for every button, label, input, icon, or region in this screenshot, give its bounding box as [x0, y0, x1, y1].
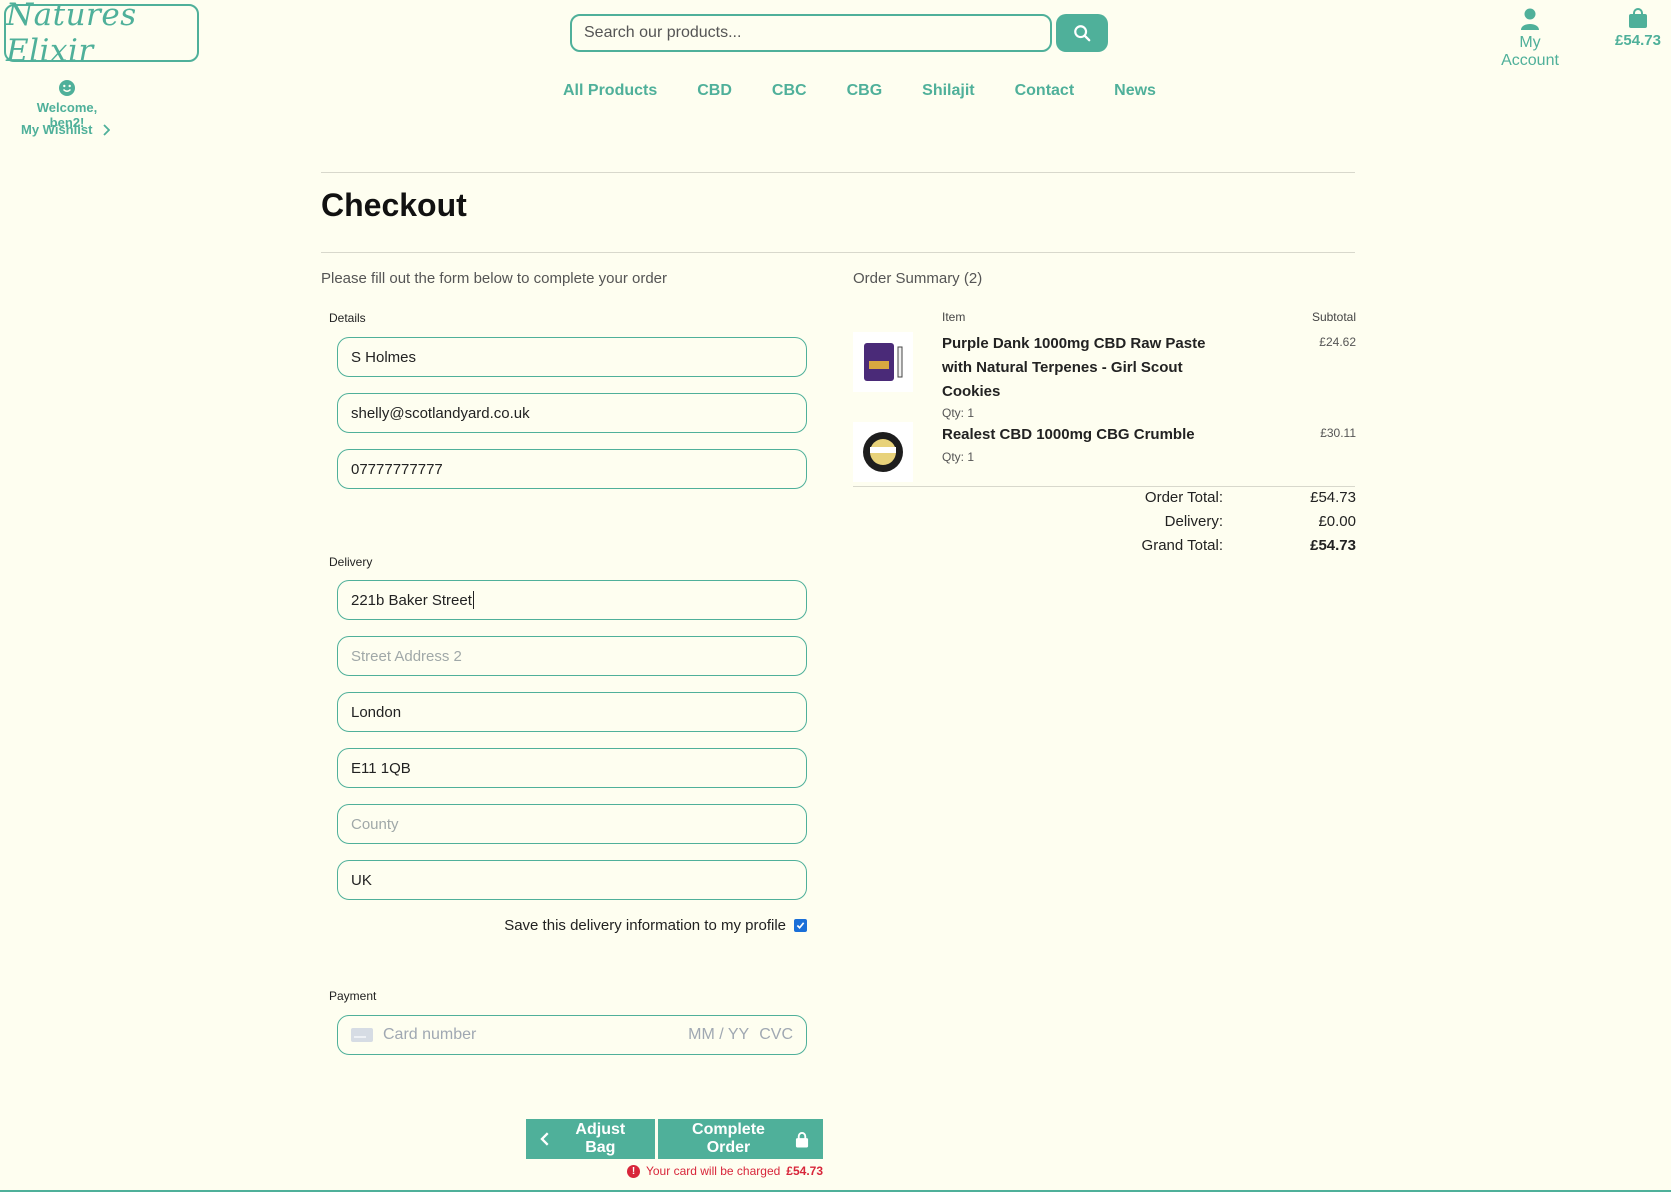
nav-item-news[interactable]: News [1114, 82, 1156, 100]
product-image-realest-cbd[interactable] [853, 422, 913, 482]
item-column-header: Item [942, 310, 966, 324]
summary-divider [853, 486, 1355, 487]
nav-item-contact[interactable]: Contact [1015, 82, 1075, 100]
cart-item-name: Purple Dank 1000mg CBD Raw Paste with Na… [942, 335, 1206, 400]
delivery-value: £0.00 [1318, 513, 1356, 530]
page-title: Checkout [321, 187, 467, 223]
street-address-1-value: 221b Baker Street [351, 591, 472, 609]
delivery-section-label: Delivery [329, 555, 373, 569]
charge-text: Your card will be charged [645, 1164, 781, 1178]
full-name-value: S Holmes [351, 348, 417, 366]
country-value: UK [351, 871, 372, 889]
save-info-checkbox[interactable] [794, 919, 807, 932]
delivery-label: Delivery: [1164, 513, 1223, 530]
details-section-label: Details [329, 311, 366, 325]
nav-item-cbd[interactable]: CBD [697, 82, 732, 100]
order-summary-title: Order Summary (2) [853, 270, 983, 287]
subtotal-column-header: Subtotal [1311, 310, 1356, 324]
street-address-2-placeholder: Street Address 2 [351, 647, 462, 665]
adjust-bag-button[interactable]: Adjust Bag [526, 1119, 655, 1159]
email-value: shelly@scotlandyard.co.uk [351, 404, 530, 422]
complete-order-label: Complete Order [692, 1121, 765, 1156]
card-number-placeholder[interactable]: Card number [383, 1026, 476, 1044]
cart-item-qty: Qty: 1 [942, 450, 975, 464]
nav-item-shilajit[interactable]: Shilajit [922, 82, 974, 100]
nav-item-cbc[interactable]: CBC [772, 82, 807, 100]
nav-item-cbg[interactable]: CBG [847, 82, 883, 100]
credit-card-icon [351, 1028, 373, 1042]
save-info-row: Save this delivery information to my pro… [504, 917, 807, 934]
order-total-label: Order Total: [1144, 489, 1223, 506]
town-field[interactable]: London [337, 692, 807, 732]
county-placeholder: County [351, 815, 399, 833]
phone-field[interactable]: 07777777777 [337, 449, 807, 489]
cart-item-qty: Qty: 1 [942, 406, 975, 420]
charge-amount: £54.73 [786, 1164, 823, 1178]
shopping-bag-icon [1629, 8, 1647, 28]
cart-item-price: £24.62 [1319, 335, 1356, 349]
postcode-value: E11 1QB [351, 759, 411, 777]
smile-icon [59, 80, 75, 96]
checkout-intro: Please fill out the form below to comple… [321, 270, 668, 287]
product-thumbnail [864, 343, 903, 381]
site-logo[interactable]: Natures Elixir [4, 0, 199, 69]
cvc-placeholder[interactable]: CVC [759, 1026, 793, 1044]
card-element[interactable]: Card number MM / YY CVC [337, 1015, 807, 1055]
postcode-field[interactable]: E11 1QB [337, 748, 807, 788]
text-cursor [472, 591, 474, 609]
complete-order-button[interactable]: Complete Order [658, 1119, 823, 1159]
bag-total: £54.73 [1615, 32, 1661, 49]
town-value: London [351, 703, 402, 721]
card-number-group: Card number [351, 1026, 476, 1044]
street-address-1-field[interactable]: 221b Baker Street [337, 580, 807, 620]
grand-total-label: Grand Total: [1141, 537, 1223, 554]
wishlist-label: My Wishlist [21, 122, 93, 137]
save-info-label: Save this delivery information to my pro… [504, 917, 786, 934]
order-total-value: £54.73 [1310, 489, 1356, 506]
search-button[interactable] [1056, 14, 1108, 52]
grand-total-value: £54.73 [1310, 537, 1356, 554]
payment-section-label: Payment [329, 989, 377, 1003]
shopping-bag-link[interactable]: £54.73 [1608, 8, 1668, 49]
chevron-right-icon [103, 123, 111, 136]
my-account-link[interactable]: My Account [1490, 8, 1570, 70]
checkmark-icon [796, 922, 805, 929]
street-address-2-field[interactable]: Street Address 2 [337, 636, 807, 676]
cart-item-name: Realest CBD 1000mg CBG Crumble [942, 426, 1195, 443]
search-icon [1074, 25, 1091, 42]
charge-notice: ! Your card will be charged £54.73 [626, 1164, 823, 1178]
my-account-label: My Account [1501, 34, 1559, 69]
divider [321, 172, 1355, 173]
expiry-placeholder[interactable]: MM / YY [688, 1026, 749, 1044]
phone-value: 07777777777 [351, 460, 443, 478]
cart-item-price: £30.11 [1320, 426, 1356, 440]
product-thumbnail [863, 432, 903, 472]
lock-icon [795, 1131, 809, 1147]
alert-icon: ! [626, 1164, 640, 1178]
email-field[interactable]: shelly@scotlandyard.co.uk [337, 393, 807, 433]
user-icon [1521, 8, 1539, 30]
wishlist-link[interactable]: My Wishlist [21, 122, 111, 137]
county-field[interactable]: County [337, 804, 807, 844]
nav-item-all-products[interactable]: All Products [563, 82, 657, 100]
main-nav: All Products CBD CBC CBG Shilajit Contac… [563, 82, 1156, 100]
chevron-left-icon [540, 1132, 549, 1146]
search-input[interactable] [570, 14, 1052, 52]
product-image-purple-dank[interactable] [853, 332, 913, 392]
search-bar [570, 14, 1108, 52]
divider [321, 252, 1355, 253]
adjust-bag-label: Adjust Bag [575, 1121, 626, 1156]
full-name-field[interactable]: S Holmes [337, 337, 807, 377]
country-field[interactable]: UK [337, 860, 807, 900]
card-extra-group: MM / YY CVC [688, 1026, 793, 1044]
